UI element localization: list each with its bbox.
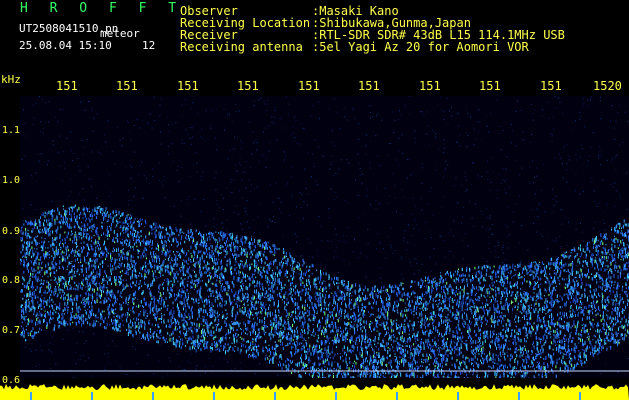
hrofft-screen: H R O F F T UT2508041510.pn meteor 25.08… xyxy=(0,0,629,400)
x-tick: 1520 xyxy=(593,79,622,93)
y-tick: 0.7 xyxy=(2,325,21,336)
x-tick: 151 xyxy=(540,79,562,93)
x-tick: 151 xyxy=(419,79,441,93)
x-tick: 151 xyxy=(177,79,199,93)
y-tick: 0.8 xyxy=(2,275,21,286)
x-tick: 151 xyxy=(298,79,320,93)
x-tick: 151 xyxy=(237,79,259,93)
date-time: 25.08.04 15:10 xyxy=(19,39,112,52)
spectrogram xyxy=(20,96,629,378)
antenna-label: Receiving antenna xyxy=(180,40,303,54)
x-tick: 151 xyxy=(358,79,380,93)
y-tick: 0.9 xyxy=(2,226,21,237)
y-tick: 1.1 xyxy=(2,125,21,136)
y-tick: 1.0 xyxy=(2,175,21,186)
app-brand: H R O F F T xyxy=(20,1,184,16)
x-tick: 151 xyxy=(116,79,138,93)
meteor-count: 12 xyxy=(142,39,156,52)
noise-band xyxy=(0,384,629,400)
antenna-value: :5el Yagi Az 20 for Aomori VOR xyxy=(312,40,529,54)
x-tick: 151 xyxy=(479,79,501,93)
y-axis-unit: kHz xyxy=(1,73,21,86)
x-tick: 151 xyxy=(56,79,78,93)
